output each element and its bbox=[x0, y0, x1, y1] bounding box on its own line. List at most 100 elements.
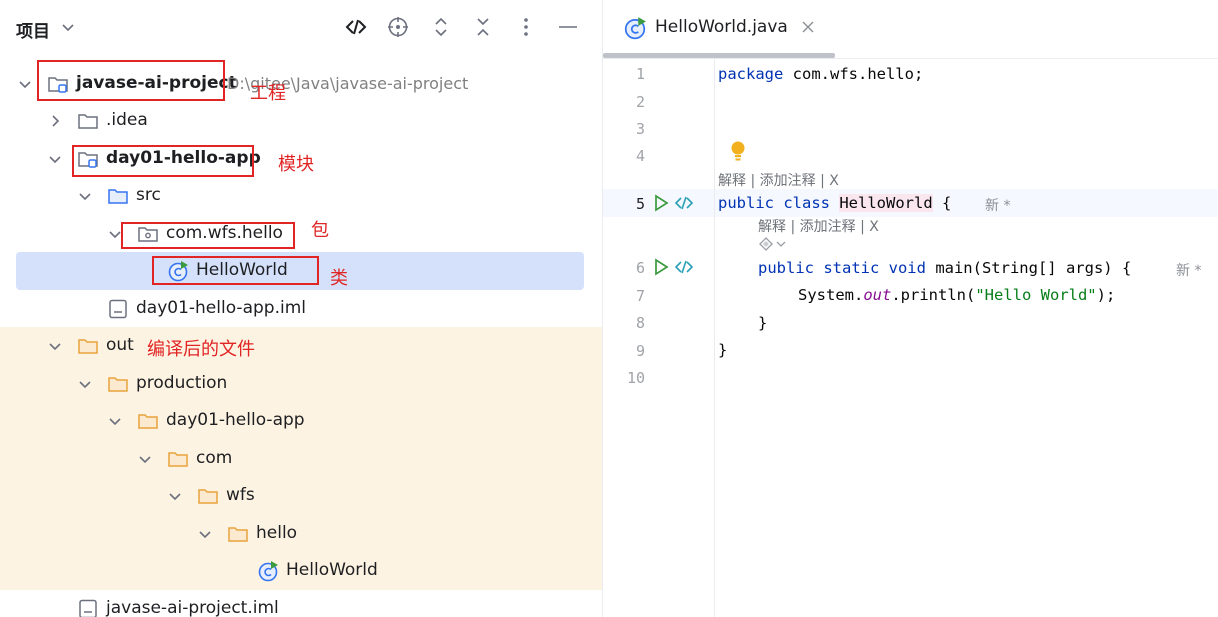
code-field: out bbox=[863, 286, 892, 304]
annotation-module: 模块 bbox=[278, 154, 314, 175]
expand-all-icon[interactable] bbox=[429, 15, 453, 39]
annotation-out: 编译后的文件 bbox=[147, 339, 255, 360]
annotation-class: 类 bbox=[330, 268, 348, 289]
panel-header: 项目 bbox=[0, 0, 603, 56]
excluded-folder-icon bbox=[168, 451, 188, 467]
annotation-box-package bbox=[121, 222, 295, 249]
folder-icon bbox=[78, 114, 98, 129]
code-vision-hint[interactable]: 解释 | 添加注释 | X bbox=[758, 216, 879, 236]
run-icon[interactable] bbox=[651, 257, 671, 277]
idea-folder-label: .idea bbox=[106, 110, 148, 130]
collapse-all-icon[interactable] bbox=[471, 15, 495, 39]
tabbar-border bbox=[603, 58, 1218, 59]
chevron-right-icon[interactable] bbox=[47, 113, 63, 129]
annotation-box-class bbox=[152, 256, 319, 285]
line-number[interactable]: 9 bbox=[605, 342, 645, 360]
line-number[interactable]: 4 bbox=[605, 147, 645, 165]
tree-row-idea[interactable]: .idea bbox=[0, 102, 603, 140]
code-line-7[interactable]: System.out.println("Hello World"); bbox=[798, 286, 1115, 304]
chevron-down-icon[interactable] bbox=[77, 376, 93, 392]
tree-row-package[interactable]: com.wfs.hello bbox=[0, 215, 603, 253]
annotation-box-module bbox=[72, 145, 254, 177]
tree-row-out-module[interactable]: day01-hello-app bbox=[0, 402, 603, 440]
line-number[interactable]: 2 bbox=[605, 93, 645, 111]
code-keyword: public class bbox=[718, 194, 830, 212]
tree-row-out[interactable]: out 编译后的文件 bbox=[0, 327, 603, 365]
implementation-icon[interactable] bbox=[674, 257, 694, 277]
java-class-icon bbox=[258, 561, 278, 582]
tree-row-module-iml[interactable]: day01-hello-app.iml bbox=[0, 290, 603, 328]
code-vision-hint[interactable]: 解释 | 添加注释 | X bbox=[718, 170, 839, 190]
panel-title[interactable]: 项目 bbox=[16, 17, 50, 42]
tab-label: HelloWorld.java bbox=[655, 17, 788, 37]
out-folder-label: out bbox=[106, 335, 134, 355]
chevron-down-icon[interactable] bbox=[60, 19, 76, 35]
src-folder-label: src bbox=[136, 185, 161, 205]
line-number[interactable]: 7 bbox=[605, 287, 645, 305]
com-folder-label: com bbox=[196, 447, 233, 468]
chevron-down-icon[interactable] bbox=[197, 526, 213, 542]
tree-row-hello[interactable]: hello bbox=[0, 514, 603, 552]
annotation-box-project bbox=[37, 60, 225, 101]
code-line-8[interactable]: } bbox=[758, 314, 767, 332]
ai-assist-icon[interactable] bbox=[758, 236, 788, 252]
code-line-6[interactable]: public static void main(String[] args) { bbox=[758, 259, 1131, 277]
close-icon[interactable] bbox=[801, 20, 815, 34]
code-text: .println( bbox=[891, 286, 976, 304]
chevron-down-icon[interactable] bbox=[77, 188, 93, 204]
line-number[interactable]: 5 bbox=[605, 195, 645, 213]
code-keyword: package bbox=[718, 65, 784, 83]
out-class-label: HelloWorld bbox=[286, 560, 378, 580]
line-number[interactable]: 1 bbox=[605, 65, 645, 83]
select-opened-file-icon[interactable] bbox=[344, 15, 368, 39]
source-folder-icon bbox=[108, 189, 128, 204]
line-number[interactable]: 10 bbox=[605, 369, 645, 387]
code-text: com.wfs.hello; bbox=[783, 65, 924, 83]
lightbulb-icon[interactable] bbox=[730, 140, 746, 164]
project-iml-label: javase-ai-project.iml bbox=[106, 597, 279, 617]
excluded-folder-icon bbox=[78, 339, 98, 354]
project-panel: 项目 javase-ai-project D:\gitee\Java\javas… bbox=[0, 0, 603, 617]
chevron-down-icon[interactable] bbox=[167, 488, 183, 504]
chevron-down-icon[interactable] bbox=[17, 76, 33, 92]
code-keyword: public static void bbox=[758, 259, 926, 277]
line-number[interactable]: 6 bbox=[605, 259, 645, 277]
tree-row-com[interactable]: com bbox=[0, 439, 603, 477]
tree-row-wfs[interactable]: wfs bbox=[0, 477, 603, 515]
new-author-hint[interactable]: 新 * bbox=[985, 195, 1010, 215]
chevron-down-icon[interactable] bbox=[107, 413, 123, 429]
gutter-separator bbox=[714, 59, 715, 617]
chevron-down-icon[interactable] bbox=[47, 151, 63, 167]
implementation-icon[interactable] bbox=[674, 193, 694, 213]
new-author-hint[interactable]: 新 * bbox=[1176, 260, 1201, 280]
out-module-folder-label: day01-hello-app bbox=[166, 410, 305, 430]
line-number[interactable]: 8 bbox=[605, 314, 645, 332]
locate-icon[interactable] bbox=[386, 15, 410, 39]
excluded-folder-icon bbox=[108, 376, 128, 392]
excluded-folder-icon bbox=[198, 489, 218, 504]
code-text: System. bbox=[798, 286, 864, 304]
code-line-5[interactable]: public class HelloWorld { bbox=[718, 194, 951, 212]
java-class-icon bbox=[624, 17, 646, 40]
hide-panel-icon[interactable] bbox=[556, 15, 580, 39]
tree-row-src[interactable]: src bbox=[0, 177, 603, 215]
editor-tab-helloworld[interactable]: HelloWorld.java bbox=[603, 0, 835, 58]
excluded-folder-icon bbox=[138, 414, 158, 429]
code-text: { bbox=[932, 194, 952, 212]
more-options-icon[interactable] bbox=[514, 15, 538, 39]
tree-row-project-iml[interactable]: javase-ai-project.iml bbox=[0, 590, 603, 617]
iml-file-icon bbox=[109, 299, 127, 319]
code-string: "Hello World" bbox=[975, 286, 1097, 304]
chevron-down-icon[interactable] bbox=[137, 451, 153, 467]
code-line-9[interactable]: } bbox=[718, 341, 727, 359]
line-number[interactable]: 3 bbox=[605, 120, 645, 138]
chevron-down-icon[interactable] bbox=[47, 338, 63, 354]
code-line-1[interactable]: package com.wfs.hello; bbox=[718, 65, 923, 83]
tree-row-out-class[interactable]: HelloWorld bbox=[0, 552, 603, 590]
tree-row-production[interactable]: production bbox=[0, 364, 603, 402]
code-text: } bbox=[758, 314, 768, 332]
code-text: } bbox=[718, 341, 728, 359]
run-icon[interactable] bbox=[651, 193, 671, 213]
module-iml-label: day01-hello-app.iml bbox=[136, 298, 306, 318]
editor: HelloWorld.java 1 2 3 4 5 6 7 8 9 10 pac… bbox=[603, 0, 1218, 617]
